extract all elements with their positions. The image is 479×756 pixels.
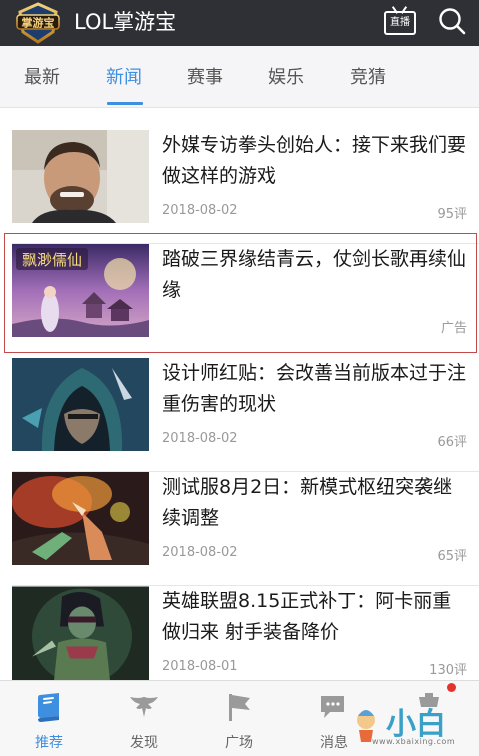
tab-betting[interactable]: 竞猜 bbox=[350, 66, 386, 90]
news-title[interactable]: 外媒专访拳头创始人：接下来我们要做这样的游戏 bbox=[162, 130, 467, 192]
tab-latest[interactable]: 最新 bbox=[24, 66, 60, 90]
comment-count: 130评 bbox=[429, 663, 467, 678]
category-tabs: 最新 新闻 赛事 娱乐 竞猜 bbox=[0, 46, 479, 108]
news-thumbnail bbox=[12, 130, 149, 223]
active-tab-indicator bbox=[107, 102, 143, 105]
comment-count: 66评 bbox=[437, 435, 467, 450]
news-date: 2018-08-01 bbox=[162, 659, 238, 674]
app-header: 掌游宝 LOL掌游宝 直播 bbox=[0, 0, 479, 46]
news-title[interactable]: 英雄联盟8.15正式补丁：阿卡丽重做归来 射手装备降价 bbox=[162, 586, 467, 648]
search-icon[interactable] bbox=[438, 6, 466, 36]
news-item[interactable]: 外媒专访拳头创始人：接下来我们要做这样的游戏 2018-08-02 95评 bbox=[0, 130, 479, 244]
book-icon bbox=[38, 693, 59, 722]
nav-label: 推荐 bbox=[35, 735, 63, 751]
tab-matches[interactable]: 赛事 bbox=[187, 66, 223, 90]
flag-icon bbox=[229, 694, 250, 721]
news-item[interactable]: 设计师红贴：会改善当前版本过于注重伤害的现状 2018-08-02 66评 bbox=[0, 358, 479, 472]
nav-label: 广场 bbox=[225, 735, 253, 751]
news-thumbnail bbox=[12, 586, 149, 680]
tab-entertainment[interactable]: 娱乐 bbox=[268, 66, 304, 90]
watermark-url: www.xbaixing.com bbox=[372, 737, 456, 746]
app-logo-icon[interactable]: 掌游宝 bbox=[16, 2, 60, 44]
comment-count: 65评 bbox=[437, 549, 467, 564]
comment-count: 95评 bbox=[437, 207, 467, 222]
news-date: 2018-08-02 bbox=[162, 431, 238, 446]
news-thumbnail bbox=[12, 472, 149, 565]
ad-highlight-frame bbox=[4, 233, 477, 353]
news-date: 2018-08-02 bbox=[162, 545, 238, 560]
news-thumbnail bbox=[12, 358, 149, 451]
live-label: 直播 bbox=[390, 17, 410, 28]
nav-square[interactable]: 广场 bbox=[209, 681, 269, 756]
svg-text:掌游宝: 掌游宝 bbox=[22, 16, 55, 30]
chat-icon bbox=[321, 696, 344, 718]
nav-discover[interactable]: 发现 bbox=[114, 681, 174, 756]
nav-recommend[interactable]: 推荐 bbox=[19, 681, 79, 756]
tab-news[interactable]: 新闻 bbox=[106, 66, 142, 90]
live-button[interactable]: 直播 bbox=[384, 6, 416, 36]
news-title[interactable]: 设计师红贴：会改善当前版本过于注重伤害的现状 bbox=[162, 358, 467, 420]
nav-label: 发现 bbox=[130, 735, 158, 751]
eagle-icon bbox=[130, 697, 158, 717]
news-title[interactable]: 测试服8月2日：新模式枢纽突袭继续调整 bbox=[162, 472, 467, 534]
news-item[interactable]: 测试服8月2日：新模式枢纽突袭继续调整 2018-08-02 65评 bbox=[0, 472, 479, 586]
app-title: LOL掌游宝 bbox=[74, 10, 177, 34]
news-date: 2018-08-02 bbox=[162, 203, 238, 218]
